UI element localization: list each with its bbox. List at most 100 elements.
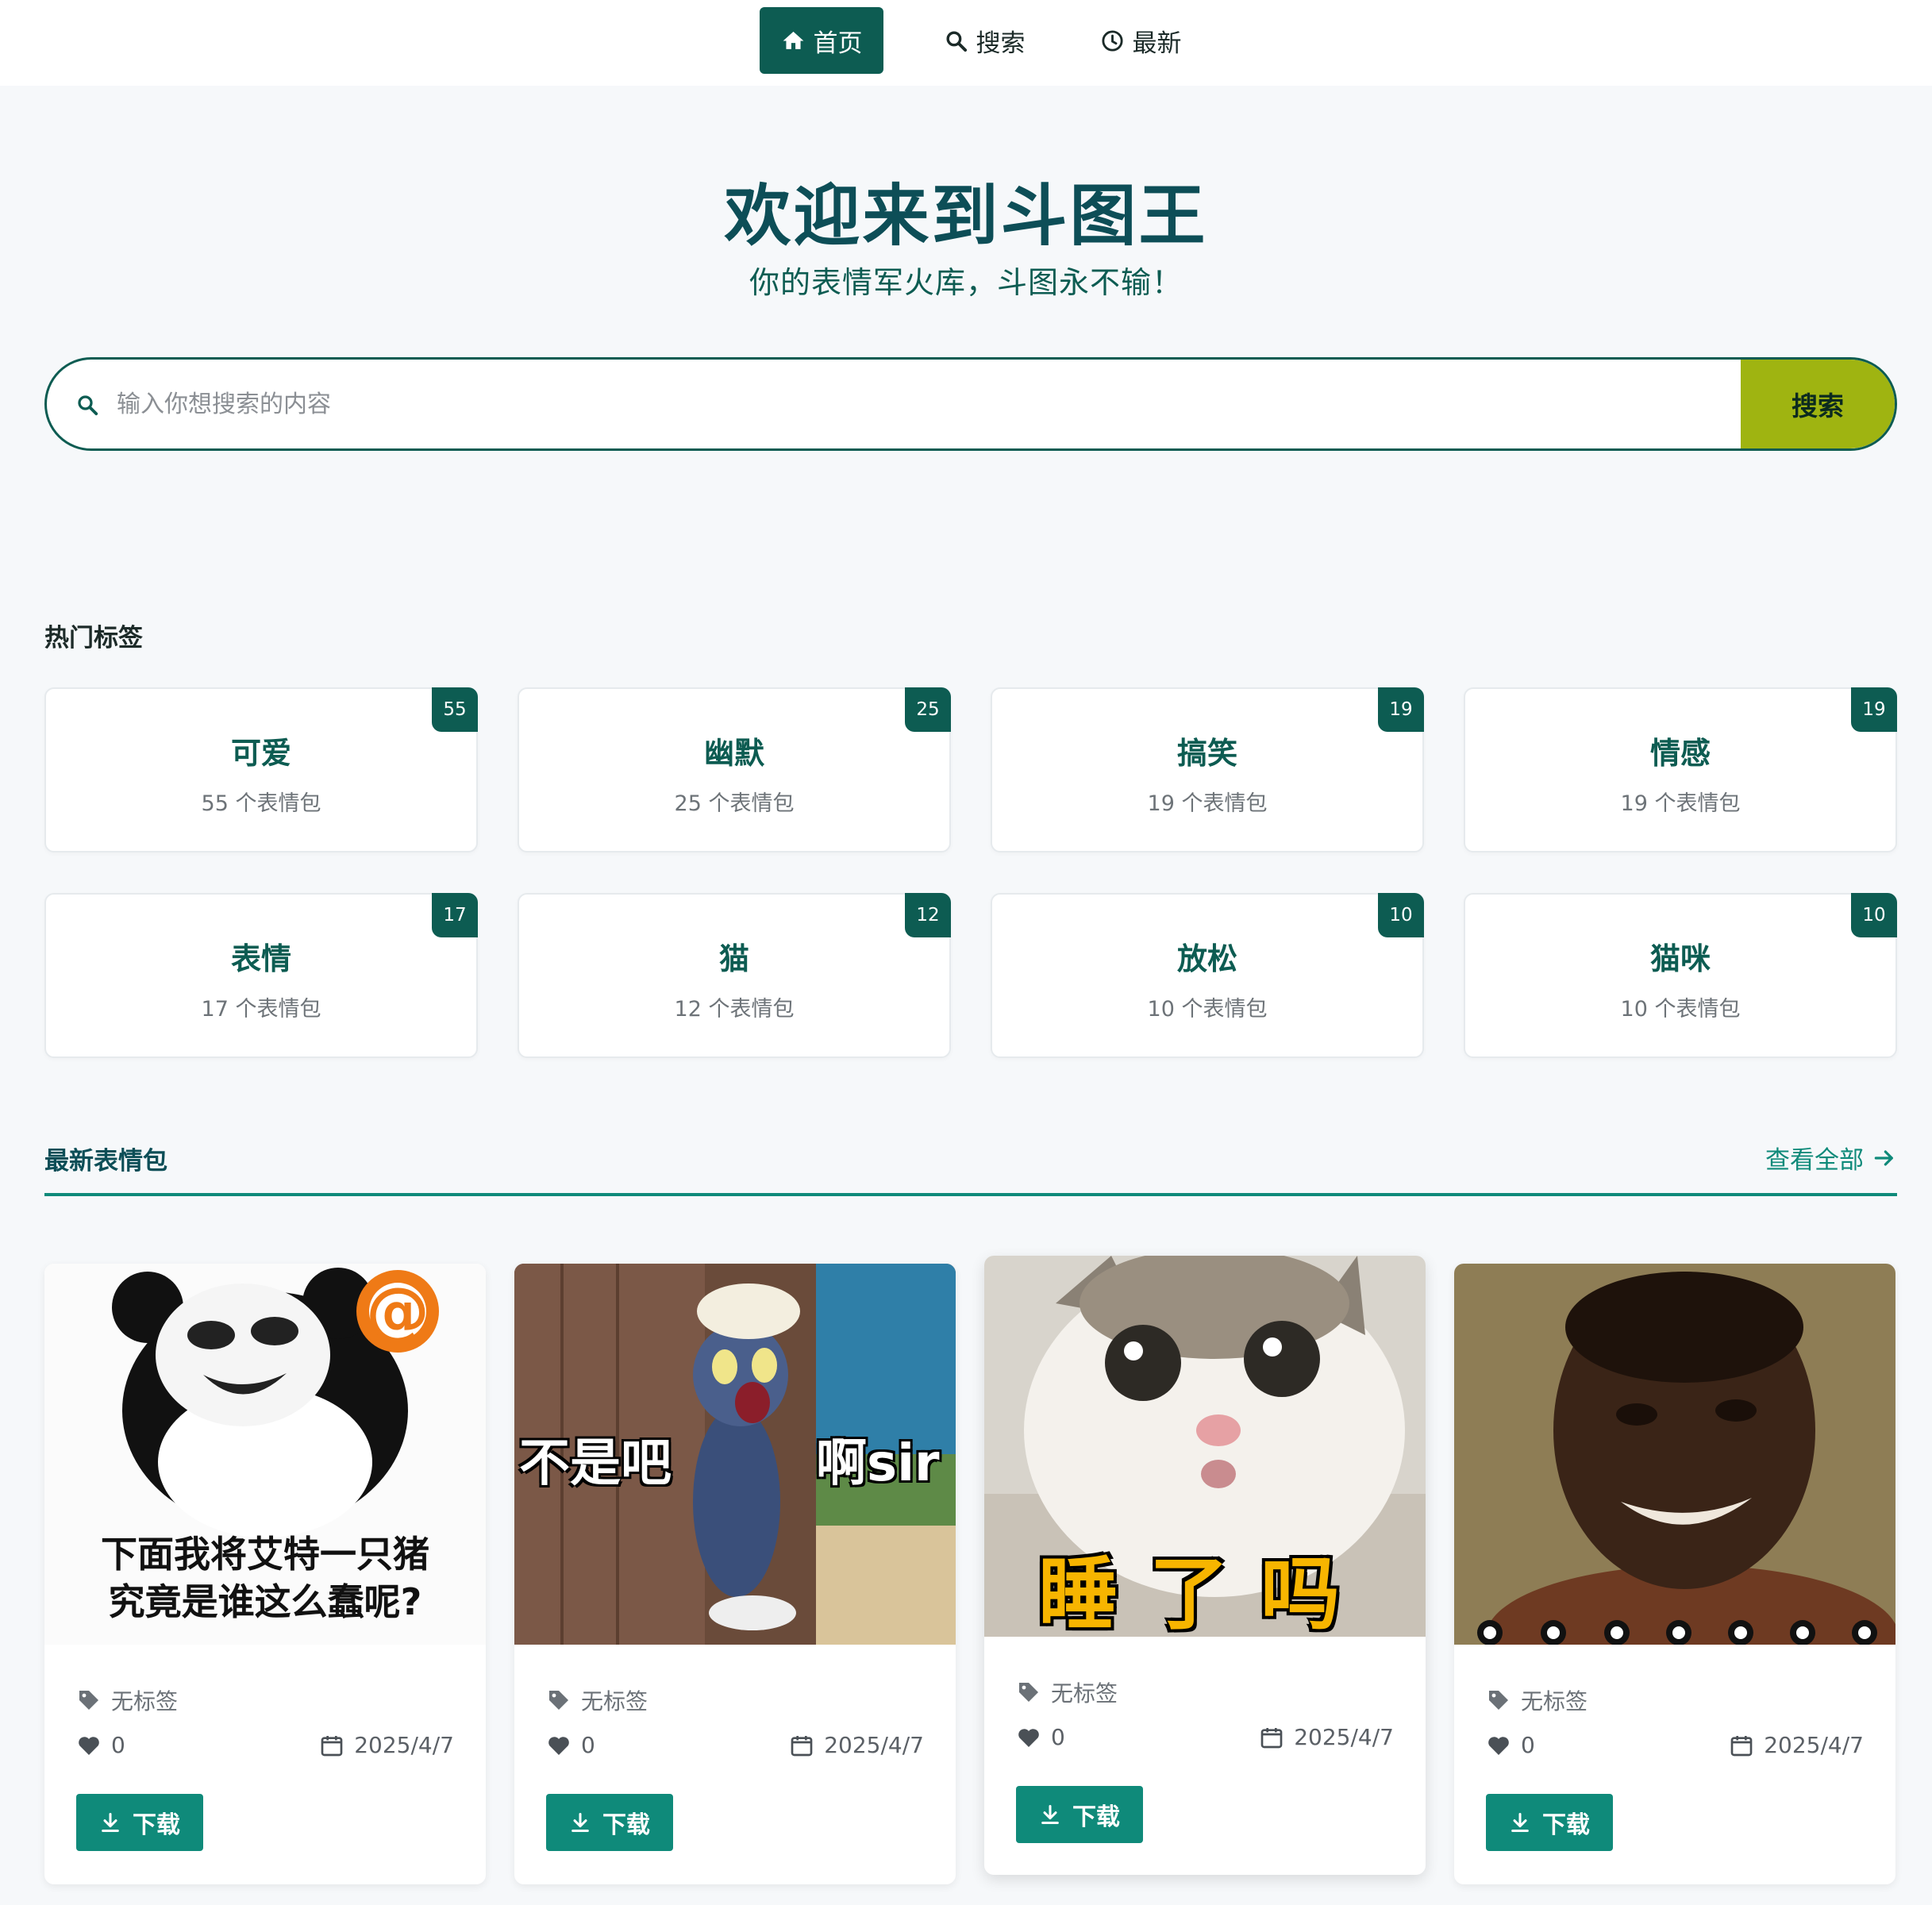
calendar-icon bbox=[1260, 1727, 1283, 1748]
nav-search-button[interactable]: 搜索 bbox=[921, 7, 1048, 74]
tag-card-funny[interactable]: 19 搞笑 19 个表情包 bbox=[991, 687, 1424, 852]
download-button[interactable]: 下载 bbox=[546, 1794, 673, 1851]
nav-latest-button[interactable]: 最新 bbox=[1073, 7, 1208, 74]
search-submit-button[interactable]: 搜索 bbox=[1741, 360, 1895, 448]
meme-likes[interactable]: 0 bbox=[76, 1732, 125, 1758]
meme-tag: 无标签 bbox=[1486, 1684, 1588, 1716]
meme-tag-text: 无标签 bbox=[111, 1688, 179, 1714]
top-nav: 首页 搜索 最新 bbox=[0, 0, 1932, 86]
meme-caption-left: 不是吧 bbox=[519, 1434, 672, 1493]
meme-caption-line1: 下面我将艾特一只猪 bbox=[101, 1533, 429, 1576]
surprised-cat-meme-image[interactable]: 睡了吗 bbox=[984, 1256, 1426, 1637]
hot-tags-title: 热门标签 bbox=[44, 624, 143, 652]
meme-card[interactable]: 不是吧 啊sir 无标签 0 2025/4/7 下载 bbox=[514, 1264, 956, 1884]
calendar-icon bbox=[791, 1735, 813, 1756]
meme-caption-right: 啊sir bbox=[816, 1434, 940, 1493]
tag-name: 幽默 bbox=[703, 736, 764, 771]
meme-likes-count: 0 bbox=[581, 1732, 595, 1758]
download-label: 下载 bbox=[133, 1811, 180, 1839]
heart-icon bbox=[1018, 1728, 1039, 1747]
tag-name: 猫咪 bbox=[1649, 941, 1711, 976]
meme-date: 2025/4/7 bbox=[1729, 1732, 1864, 1758]
download-button[interactable]: 下载 bbox=[1016, 1786, 1143, 1843]
heart-icon bbox=[79, 1736, 99, 1755]
download-icon bbox=[572, 1812, 589, 1833]
tag-icon bbox=[1489, 1691, 1508, 1710]
tag-count-text: 17 个表情包 bbox=[201, 997, 321, 1022]
meme-date-text: 2025/4/7 bbox=[1764, 1732, 1864, 1758]
tag-count-badge: 25 bbox=[905, 687, 951, 732]
nav-home-button[interactable]: 首页 bbox=[760, 7, 883, 74]
meme-date-text: 2025/4/7 bbox=[1294, 1724, 1394, 1750]
view-all-link[interactable]: 查看全部 bbox=[1765, 1140, 1897, 1176]
tag-card-emotion[interactable]: 19 情感 19 个表情包 bbox=[1464, 687, 1897, 852]
search-input[interactable] bbox=[117, 360, 1760, 448]
meme-badge-symbol: @ bbox=[366, 1274, 429, 1348]
tag-name: 搞笑 bbox=[1176, 736, 1237, 771]
download-icon bbox=[102, 1812, 119, 1833]
tag-count-badge: 10 bbox=[1378, 893, 1424, 937]
tag-name: 表情 bbox=[230, 941, 291, 976]
heart-icon bbox=[548, 1736, 569, 1755]
tag-count-badge: 55 bbox=[432, 687, 478, 732]
calendar-icon bbox=[1730, 1735, 1753, 1756]
meme-card[interactable]: @ 下面我将艾特一只猪 究竟是谁这么蠢呢? 无标签 0 2025/4/7 下载 bbox=[44, 1264, 486, 1884]
tag-count-text: 10 个表情包 bbox=[1147, 997, 1268, 1022]
tag-icon bbox=[79, 1691, 98, 1710]
meme-date-text: 2025/4/7 bbox=[354, 1732, 454, 1758]
meme-date: 2025/4/7 bbox=[1259, 1724, 1394, 1750]
meme-tag: 无标签 bbox=[546, 1684, 648, 1716]
meme-likes[interactable]: 0 bbox=[1486, 1732, 1535, 1758]
tag-card-expression[interactable]: 17 表情 17 个表情包 bbox=[44, 893, 478, 1058]
download-icon bbox=[1511, 1812, 1529, 1833]
panda-meme-image[interactable]: @ 下面我将艾特一只猪 究竟是谁这么蠢呢? bbox=[44, 1264, 486, 1645]
tag-card-cute[interactable]: 55 可爱 55 个表情包 bbox=[44, 687, 478, 852]
tag-name: 可爱 bbox=[230, 736, 291, 771]
calendar-icon bbox=[321, 1735, 343, 1756]
search-icon bbox=[78, 395, 98, 416]
meme-date: 2025/4/7 bbox=[789, 1732, 924, 1758]
nav-home-label: 首页 bbox=[813, 29, 863, 58]
meme-card[interactable]: 睡了吗 无标签 0 2025/4/7 下载 bbox=[984, 1256, 1426, 1875]
download-label: 下载 bbox=[1072, 1803, 1120, 1831]
meme-likes[interactable]: 0 bbox=[1016, 1724, 1065, 1750]
nav-search-label: 搜索 bbox=[976, 29, 1026, 58]
meme-tag-text: 无标签 bbox=[581, 1688, 648, 1714]
tag-count-badge: 19 bbox=[1378, 687, 1424, 732]
tag-card-relax[interactable]: 10 放松 10 个表情包 bbox=[991, 893, 1424, 1058]
meme-tag: 无标签 bbox=[76, 1684, 178, 1716]
meme-tag-text: 无标签 bbox=[1051, 1680, 1118, 1707]
tag-count-text: 19 个表情包 bbox=[1147, 791, 1268, 816]
tag-icon bbox=[1019, 1683, 1038, 1702]
tag-icon bbox=[549, 1691, 568, 1710]
meme-tag: 无标签 bbox=[1016, 1676, 1118, 1708]
tag-name: 猫 bbox=[718, 941, 749, 976]
meme-date: 2025/4/7 bbox=[319, 1732, 454, 1758]
download-label: 下载 bbox=[1542, 1811, 1590, 1839]
meme-likes[interactable]: 0 bbox=[546, 1732, 595, 1758]
search-icon bbox=[945, 30, 967, 52]
clock-icon bbox=[1101, 29, 1123, 52]
download-icon bbox=[1041, 1804, 1059, 1825]
meme-tag-text: 无标签 bbox=[1521, 1688, 1588, 1714]
view-all-label: 查看全部 bbox=[1765, 1146, 1864, 1175]
tag-count-text: 19 个表情包 bbox=[1620, 791, 1741, 816]
tag-count-text: 55 个表情包 bbox=[201, 791, 321, 816]
download-button[interactable]: 下载 bbox=[1486, 1794, 1613, 1851]
heart-icon bbox=[1488, 1736, 1509, 1755]
download-button[interactable]: 下载 bbox=[76, 1794, 203, 1851]
tag-card-kitty[interactable]: 10 猫咪 10 个表情包 bbox=[1464, 893, 1897, 1058]
home-icon bbox=[783, 31, 803, 49]
tom-cat-meme-image[interactable]: 不是吧 啊sir bbox=[514, 1264, 956, 1645]
section-divider bbox=[44, 1193, 1897, 1196]
meme-likes-count: 0 bbox=[111, 1732, 125, 1758]
tag-card-humor[interactable]: 25 幽默 25 个表情包 bbox=[518, 687, 951, 852]
tag-card-cat[interactable]: 12 猫 12 个表情包 bbox=[518, 893, 951, 1058]
meme-card[interactable]: 无标签 0 2025/4/7 下载 bbox=[1454, 1264, 1895, 1884]
tag-count-text: 25 个表情包 bbox=[674, 791, 795, 816]
tag-count-badge: 17 bbox=[432, 893, 478, 937]
smiling-man-meme-image[interactable] bbox=[1454, 1264, 1895, 1645]
nav-latest-label: 最新 bbox=[1132, 29, 1182, 58]
meme-date-text: 2025/4/7 bbox=[824, 1732, 924, 1758]
meme-caption-line2: 究竟是谁这么蠢呢? bbox=[108, 1580, 422, 1623]
